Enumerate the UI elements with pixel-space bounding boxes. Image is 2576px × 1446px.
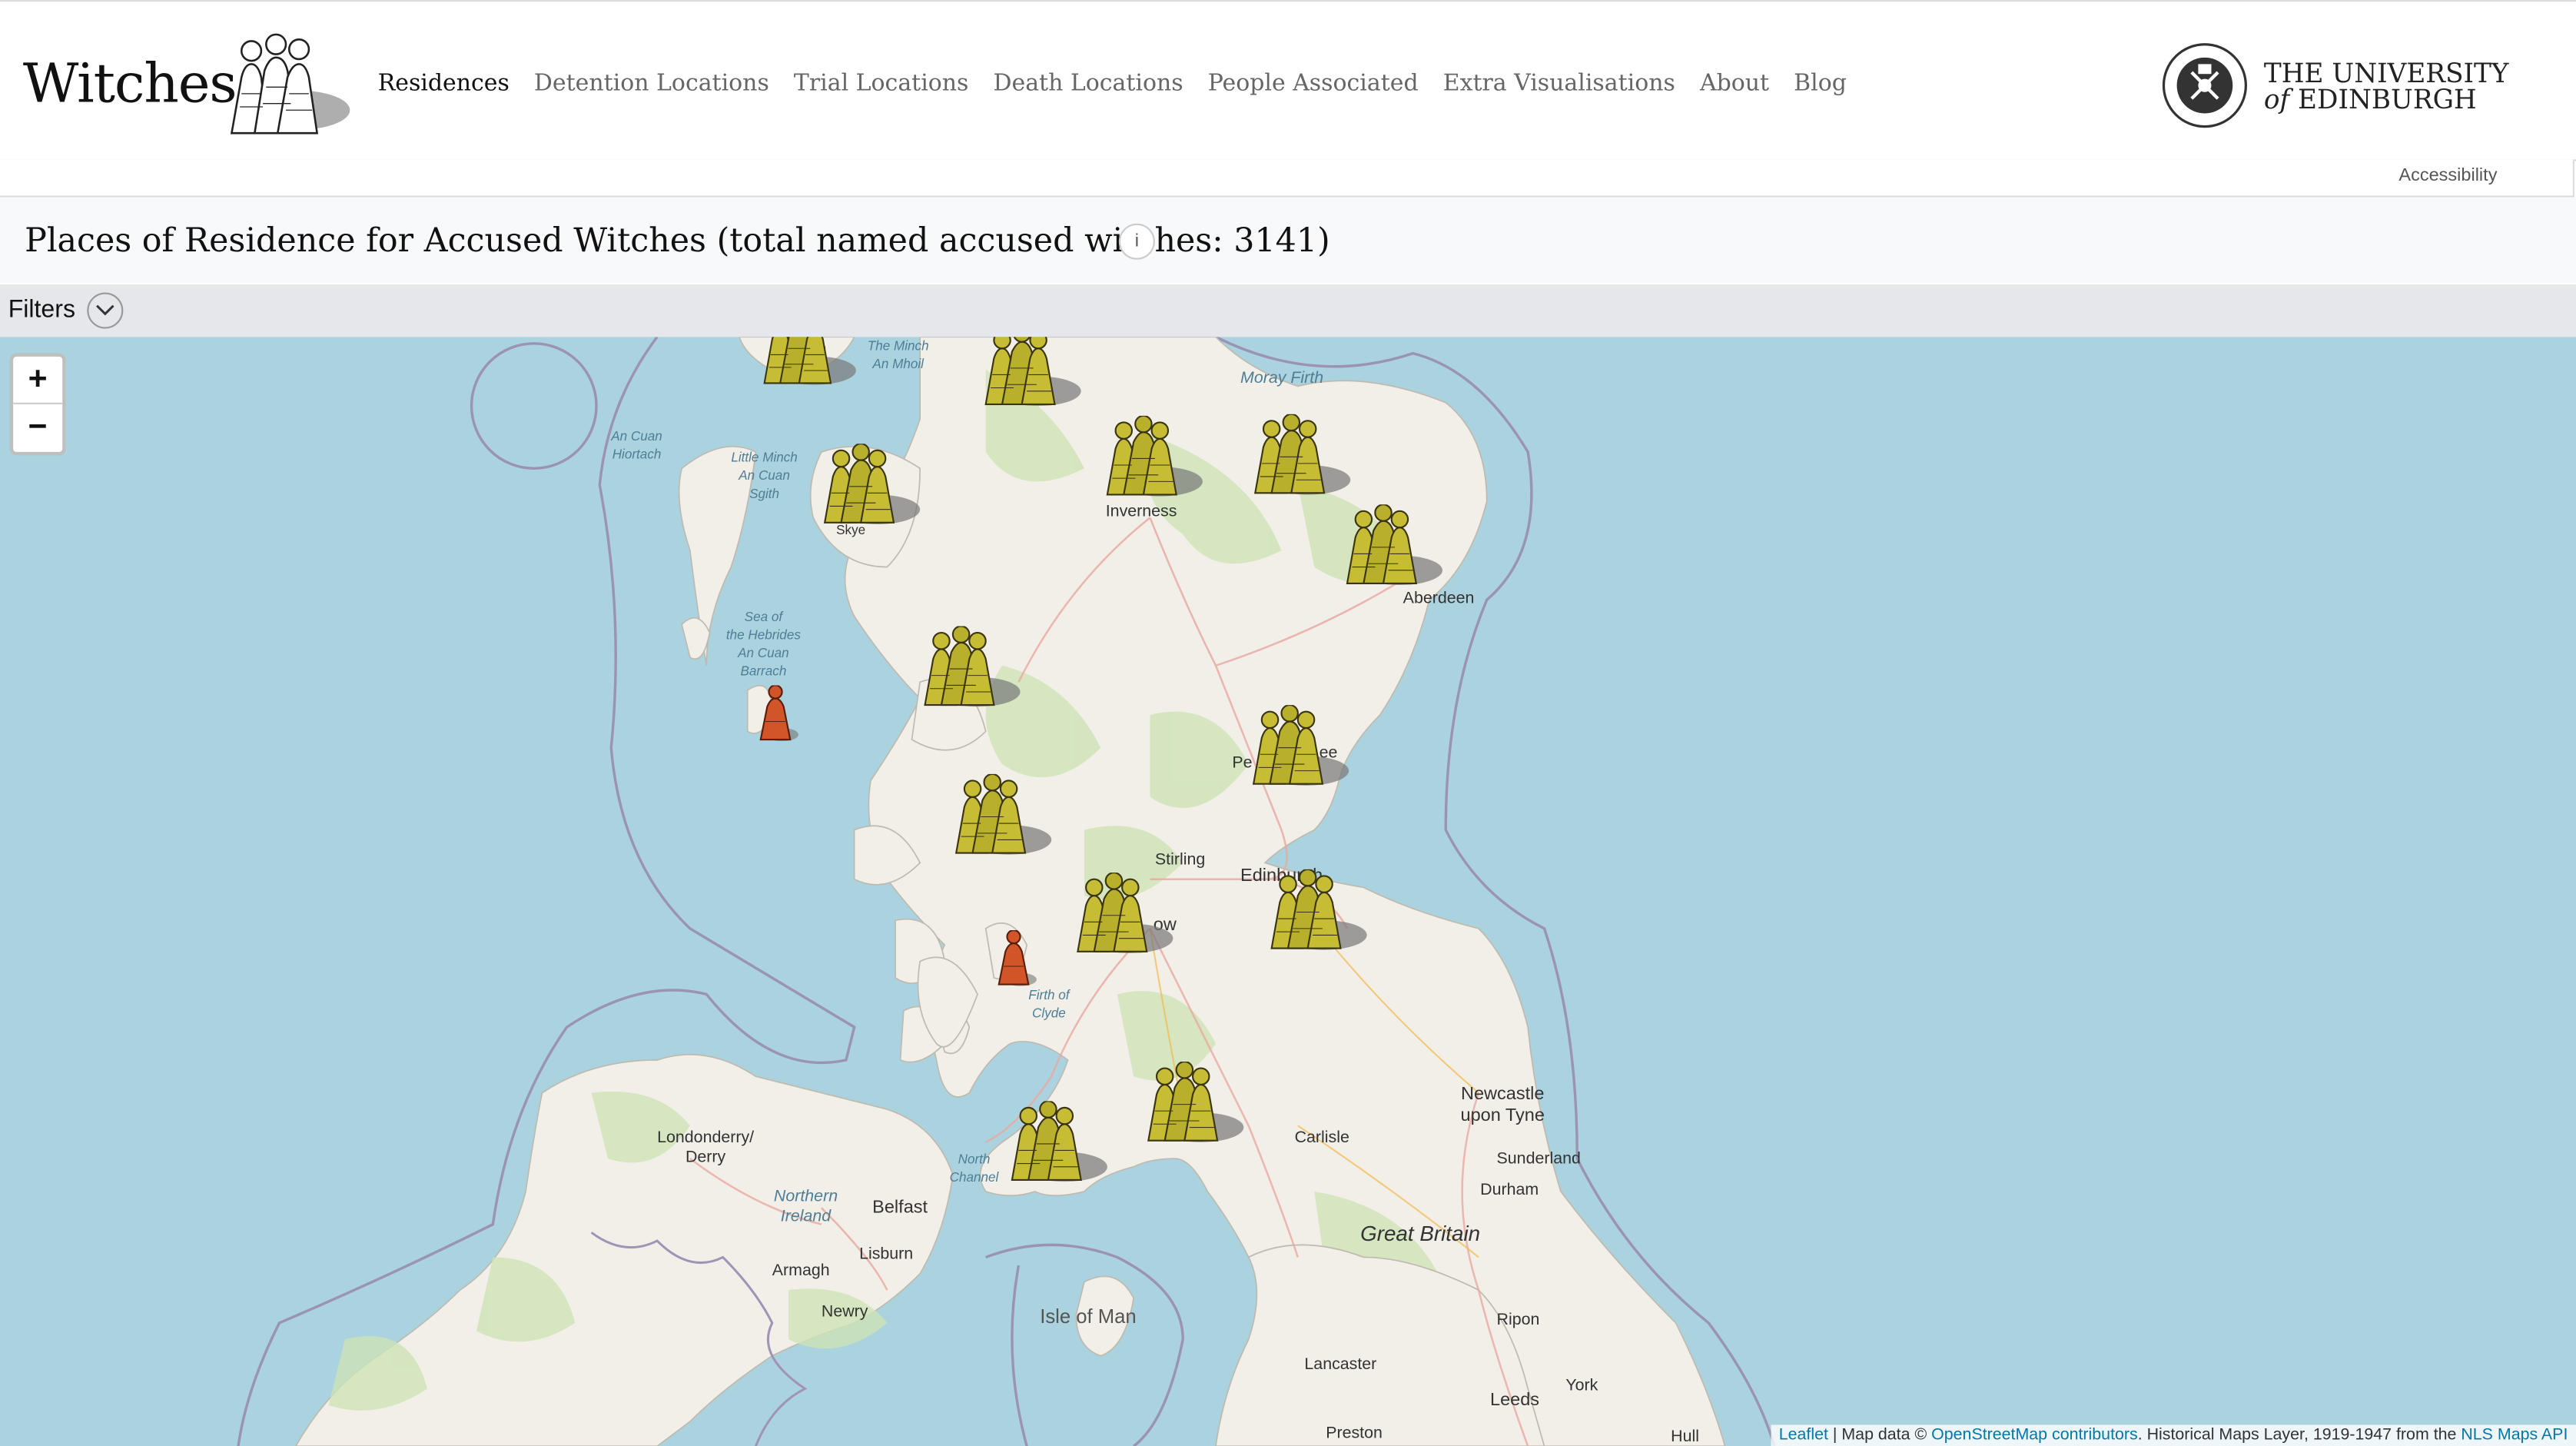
cluster-marker[interactable] (1009, 1101, 1124, 1186)
place-label-sunderland: Sunderland (1496, 1150, 1581, 1168)
nls-link[interactable]: NLS Maps API (2461, 1427, 2568, 1445)
cluster-marker[interactable] (822, 444, 937, 529)
nav-people-associated[interactable]: People Associated (1208, 71, 1419, 97)
nav-about[interactable]: About (1700, 71, 1769, 97)
place-label-belfast: Belfast (872, 1198, 928, 1218)
university-line2: EDINBURGH (2298, 84, 2477, 115)
region-label-northern-ireland: Northern Ireland (773, 1188, 838, 1226)
title-band: Places of Residence for Accused Witches … (0, 197, 2576, 283)
university-name[interactable]: THE UNIVERSITY of EDINBURGH (2263, 60, 2509, 115)
cluster-marker[interactable] (1074, 873, 1190, 958)
place-label-armagh: Armagh (772, 1262, 830, 1281)
cluster-marker[interactable] (1250, 705, 1366, 790)
cluster-marker[interactable] (1104, 415, 1220, 501)
place-label-lancaster: Lancaster (1304, 1355, 1377, 1375)
place-label-durham: Durham (1480, 1182, 1539, 1200)
sea-label-little-minch: Little Minch An Cuan Sgith (731, 450, 798, 502)
leaflet-link[interactable]: Leaflet (1779, 1427, 1828, 1445)
accessibility-link[interactable]: Accessibility (2398, 166, 2497, 186)
single-marker[interactable] (755, 685, 808, 744)
sea-label-hiortach: An Cuan Hiortach (611, 428, 662, 462)
accessibility-bar: Accessibility (0, 159, 2574, 198)
sea-label-moray-firth: Moray Firth (1240, 370, 1324, 388)
map-attribution: Leaflet | Map data © OpenStreetMap contr… (1771, 1424, 2576, 1446)
nav-blog[interactable]: Blog (1794, 71, 1847, 97)
place-label-york: York (1565, 1377, 1598, 1395)
place-label-stirling: Stirling (1154, 851, 1206, 869)
place-label-perth: Pe (1232, 754, 1253, 773)
place-label-preston: Preston (1326, 1424, 1383, 1443)
place-label-hull: Hull (1671, 1428, 1699, 1446)
sea-label-firth-of-clyde: Firth of Clyde (1028, 987, 1070, 1021)
cluster-marker[interactable] (953, 773, 1068, 859)
place-label-aberdeen: Aberdeen (1403, 590, 1475, 608)
cluster-marker[interactable] (1268, 869, 1383, 955)
sea-label-north-channel: North Channel (949, 1152, 999, 1185)
site-header: Witches Residences Detention Locations T… (0, 0, 2576, 161)
cluster-marker[interactable] (1252, 414, 1367, 500)
university-of: of (2263, 84, 2290, 115)
filters-label[interactable]: Filters (8, 296, 75, 324)
info-button[interactable]: i (1118, 223, 1155, 260)
nav-death-locations[interactable]: Death Locations (994, 71, 1183, 97)
attribution-middle: . Historical Maps Layer, 1919-1947 from … (2137, 1426, 2461, 1445)
cluster-marker[interactable] (982, 337, 1097, 411)
sea-label-minch: The Minch An Mhoil (867, 338, 929, 372)
map[interactable]: The Minch An Mhoil Moray Firth An Cuan Hio… (0, 337, 2576, 1446)
chevron-down-icon[interactable] (87, 292, 124, 329)
nav-detention-locations[interactable]: Detention Locations (534, 71, 769, 97)
zoom-control: + − (9, 353, 66, 456)
university-crest-icon[interactable] (2160, 41, 2249, 136)
nav-trial-locations[interactable]: Trial Locations (794, 71, 969, 97)
cluster-marker[interactable] (1145, 1062, 1260, 1147)
place-label-carlisle: Carlisle (1294, 1129, 1349, 1148)
region-label-isle-of-man: Isle of Man (1040, 1305, 1137, 1328)
single-marker[interactable] (994, 929, 1046, 989)
sea-label-hebrides: Sea of the Hebrides An Cuan Barrach (725, 610, 801, 679)
nav-residences[interactable]: Residences (378, 71, 510, 97)
zoom-in-button[interactable]: + (13, 357, 63, 404)
place-label-ripon: Ripon (1496, 1311, 1540, 1330)
nav-extra-visualisations[interactable]: Extra Visualisations (1443, 71, 1675, 97)
place-label-inverness: Inverness (1105, 503, 1177, 521)
cluster-marker[interactable] (1344, 504, 1459, 590)
cluster-marker[interactable] (759, 337, 875, 389)
place-label-newry: Newry (821, 1303, 868, 1321)
attribution-sep: | Map data © (1827, 1426, 1932, 1445)
place-label-londonderry: Londonderry/Derry (657, 1129, 755, 1167)
site-title[interactable]: Witches (23, 51, 237, 115)
main-nav: Residences Detention Locations Trial Loc… (378, 71, 1847, 97)
place-label-newcastle: Newcastle upon Tyne (1460, 1084, 1545, 1126)
place-label-leeds: Leeds (1489, 1390, 1540, 1411)
witches-logo-icon[interactable] (218, 28, 357, 146)
region-label-great-britain: Great Britain (1360, 1221, 1481, 1246)
osm-link[interactable]: OpenStreetMap contributors (1931, 1427, 2138, 1445)
cluster-marker[interactable] (921, 626, 1037, 712)
place-label-lisburn: Lisburn (859, 1245, 914, 1264)
zoom-out-button[interactable]: − (13, 404, 62, 450)
filters-bar: Filters (0, 284, 2576, 337)
